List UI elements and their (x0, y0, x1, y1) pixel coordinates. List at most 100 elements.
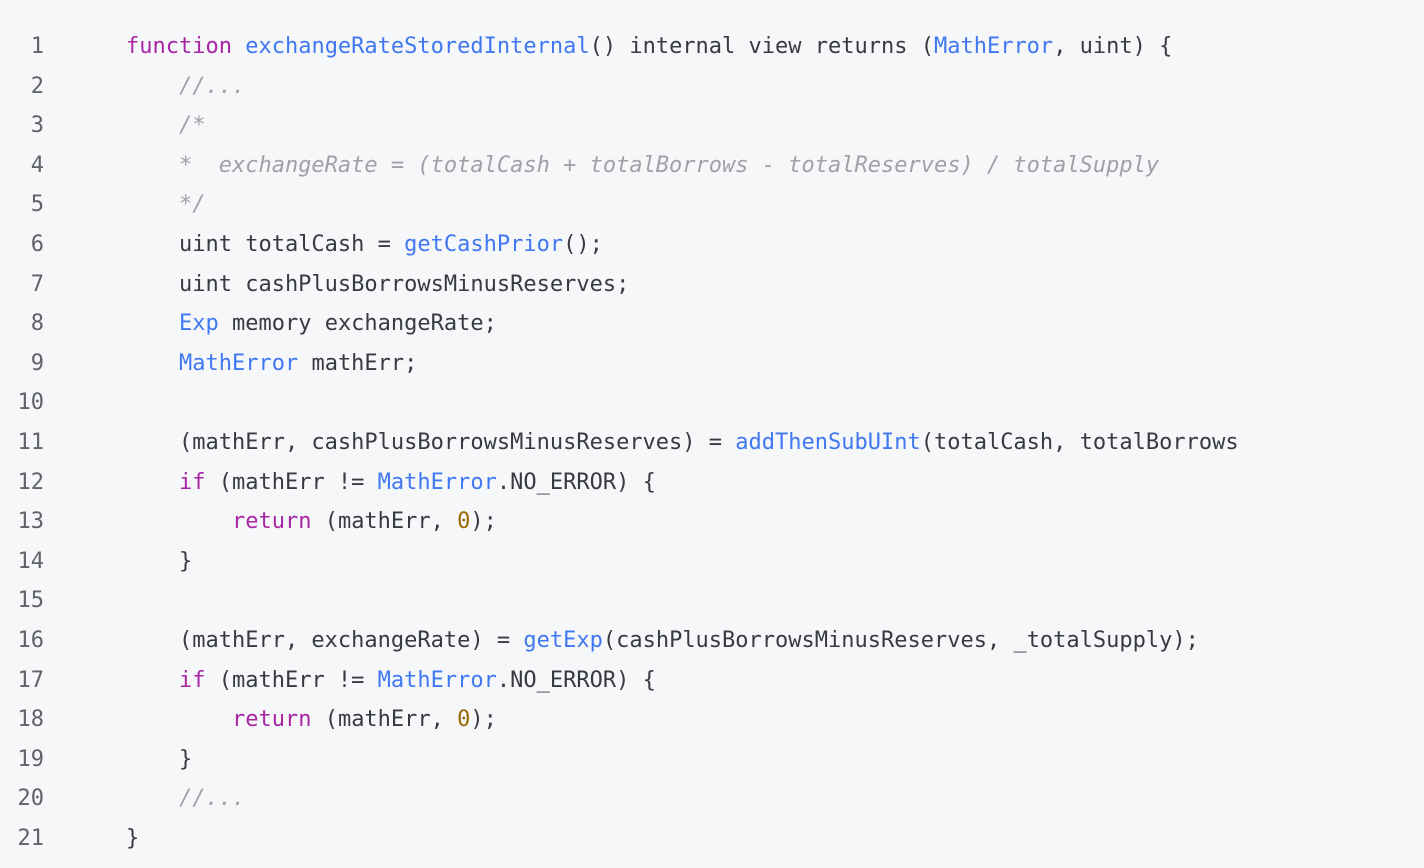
comment-token: //... (178, 786, 246, 812)
line-source: * exchangeRate = (totalCash + totalBorro… (126, 146, 1159, 186)
code-line: 14 } (0, 542, 1424, 582)
line-source: uint cashPlusBorrowsMinusReserves; (126, 265, 629, 305)
code-text: } (126, 548, 193, 574)
line-number: 14 (17, 548, 45, 574)
code-line: 11 (mathErr, cashPlusBorrowsMinusReserve… (0, 423, 1424, 463)
line-number: 20 (17, 786, 45, 812)
code-text: memory exchangeRate; (218, 311, 497, 337)
line-source: if (mathErr != MathError.NO_ERROR) { (126, 661, 656, 701)
line-number: 16 (17, 627, 45, 653)
code-text: uint cashPlusBorrowsMinusReserves; (126, 271, 630, 297)
type-token: Exp (178, 311, 219, 337)
code-line: 15 (0, 581, 1424, 621)
code-text: ); (470, 707, 497, 733)
code-text: (); (563, 231, 603, 257)
line-source: uint totalCash = getCashPrior(); (126, 225, 603, 265)
comment-token: //... (178, 73, 246, 99)
code-text: } (126, 746, 193, 772)
code-line: 7 uint cashPlusBorrowsMinusReserves; (0, 265, 1424, 305)
code-line: 6 uint totalCash = getCashPrior(); (0, 225, 1424, 265)
code-text: mathErr; (298, 350, 418, 376)
line-source: Exp memory exchangeRate; (126, 304, 497, 344)
line-number: 13 (17, 509, 45, 535)
line-source: } (126, 740, 192, 780)
keyword-token: return (231, 509, 312, 535)
code-line: 19 } (0, 740, 1424, 780)
code-line: 2 //... (0, 67, 1424, 107)
line-source: /* (126, 106, 206, 146)
code-block: 1 function exchangeRateStoredInternal() i… (0, 27, 1424, 858)
line-number: 4 (30, 152, 44, 178)
line-number: 21 (17, 825, 45, 851)
line-number: 1 (30, 34, 44, 59)
code-line: 16 (mathErr, exchangeRate) = getExp(cash… (0, 621, 1424, 661)
code-line: 17 if (mathErr != MathError.NO_ERROR) { (0, 661, 1424, 701)
line-source: if (mathErr != MathError.NO_ERROR) { (126, 463, 656, 503)
line-number: 8 (30, 311, 44, 337)
code-text: (totalCash, totalBorrows (920, 429, 1239, 455)
comment-token: * exchangeRate = (totalCash + totalBorro… (178, 152, 1160, 178)
code-line: 12 if (mathErr != MathError.NO_ERROR) { (0, 463, 1424, 503)
line-number: 10 (17, 390, 45, 416)
keyword-token: function (126, 34, 232, 59)
code-line: 8 Exp memory exchangeRate; (0, 304, 1424, 344)
type-token: MathError (178, 350, 299, 376)
type-token: MathError (933, 34, 1054, 59)
line-source: return (mathErr, 0); (126, 502, 497, 542)
line-number: 9 (30, 350, 44, 376)
function-name-token: exchangeRateStoredInternal (245, 34, 590, 59)
line-source: } (126, 542, 192, 582)
code-line: 1 function exchangeRateStoredInternal() i… (0, 27, 1424, 67)
code-line: 3 /* (0, 106, 1424, 146)
function-name-token: getCashPrior (404, 231, 564, 257)
line-source: } (126, 819, 139, 859)
line-number: 2 (30, 73, 44, 99)
keyword-token: return (231, 707, 312, 733)
number-token: 0 (457, 707, 471, 733)
line-source: MathError mathErr; (126, 344, 417, 384)
line-number: 3 (30, 113, 44, 139)
function-name-token: getExp (523, 627, 603, 653)
code-line: 18 return (mathErr, 0); (0, 700, 1424, 740)
code-text: (mathErr, cashPlusBorrowsMinusReserves) … (126, 429, 736, 455)
keyword-token: if (178, 667, 206, 693)
comment-token: /* (178, 113, 206, 139)
code-text: uint totalCash = (126, 231, 405, 257)
code-text: .NO_ERROR) { (496, 667, 656, 693)
code-text: ); (470, 509, 497, 535)
code-text: (mathErr != (205, 667, 378, 693)
line-number: 17 (17, 667, 45, 693)
code-line: 9 MathError mathErr; (0, 344, 1424, 384)
code-text: (cashPlusBorrowsMinusReserves, _totalSup… (602, 627, 1199, 653)
code-text: (mathErr, (311, 509, 458, 535)
line-number: 6 (30, 231, 44, 257)
line-source: (mathErr, exchangeRate) = getExp(cashPlu… (126, 621, 1199, 661)
line-source: (mathErr, cashPlusBorrowsMinusReserves) … (126, 423, 1239, 463)
code-line: 21} (0, 819, 1424, 859)
line-number: 15 (17, 588, 45, 614)
keyword-token: if (178, 469, 206, 495)
line-source: */ (126, 185, 206, 225)
comment-token: */ (178, 192, 206, 218)
line-number: 12 (17, 469, 45, 495)
code-line: 4 * exchangeRate = (totalCash + totalBor… (0, 146, 1424, 186)
code-line: 5 */ (0, 185, 1424, 225)
number-token: 0 (457, 509, 471, 535)
code-text: (mathErr != (205, 469, 378, 495)
code-text: (mathErr, exchangeRate) = (126, 627, 524, 653)
code-line: 10 (0, 383, 1424, 423)
line-source: //... (126, 779, 245, 819)
type-token: MathError (377, 667, 497, 693)
code-text: , uint) { (1053, 34, 1173, 59)
